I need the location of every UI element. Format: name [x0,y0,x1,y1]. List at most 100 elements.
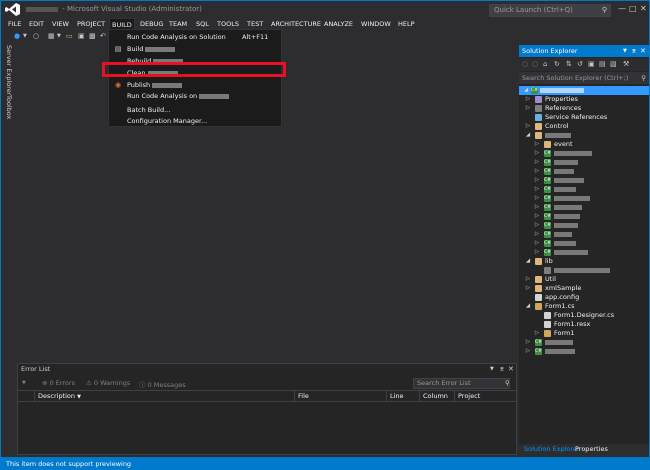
quick-launch-input[interactable]: Quick Launch (Ctrl+Q) ⚲ [489,4,611,17]
menu-configuration-manager[interactable]: Configuration Manager... [109,115,281,127]
folder-icon [535,285,542,292]
collapsed-arrow-icon[interactable]: ▷ [534,140,540,149]
collapsed-arrow-icon[interactable]: ▷ [534,248,540,257]
collapsed-arrow-icon[interactable]: ▷ [534,230,540,239]
collapsed-arrow-icon[interactable]: ▷ [525,95,531,104]
close-panel-icon[interactable]: ✕ [640,45,646,57]
collapsed-arrow-icon[interactable]: ▷ [534,149,540,158]
collapsed-arrow-icon[interactable]: ▷ [534,203,540,212]
menu-view[interactable]: VIEW [50,18,71,30]
collapsed-arrow-icon[interactable]: ▷ [525,104,531,113]
scope-dropdown-icon[interactable]: ▼ [22,380,26,386]
maximize-icon[interactable]: □ [629,4,637,13]
csharp-file-icon: C# [544,186,551,193]
back-dropdown-icon[interactable]: ▼ [23,33,27,39]
toolbox-tab[interactable]: Toolbox [5,95,13,119]
redacted-project-name [199,93,230,99]
menu-run-code-analysis-project[interactable]: Run Code Analysis on [109,90,281,102]
menu-project[interactable]: PROJECT [75,18,107,30]
resx-file-icon [544,321,551,328]
visual-studio-window: - Microsoft Visual Studio (Administrator… [0,0,650,470]
collapsed-arrow-icon[interactable]: ▷ [525,338,531,347]
window-position-dropdown-icon[interactable]: ▼ [623,45,627,57]
new-project-icon[interactable]: ▦ [48,32,55,40]
show-all-files-icon[interactable]: ▤ [599,60,606,68]
pin-icon[interactable]: ⌆ [499,364,505,375]
server-explorer-tab[interactable]: Server Explorer [5,45,13,95]
column-line[interactable]: Line [386,391,419,402]
collapsed-arrow-icon[interactable]: ▷ [534,239,540,248]
collapsed-arrow-icon[interactable]: ▷ [534,167,540,176]
menu-run-code-analysis-solution[interactable]: Run Code Analysis on Solution Alt+F11 [109,31,281,43]
collapse-all-icon[interactable]: ▣ [588,60,595,68]
errors-filter-button[interactable]: ⊗ 0 Errors [42,379,75,387]
error-icon: ⊗ [42,379,48,387]
redacted-file-name [554,178,584,183]
collapsed-arrow-icon[interactable]: ▷ [534,185,540,194]
collapsed-arrow-icon[interactable]: ▷ [525,284,531,293]
highlight-annotation-box [102,62,286,77]
menu-file[interactable]: FILE [6,18,23,30]
tab-properties[interactable]: Properties [572,444,611,454]
window-position-dropdown-icon[interactable]: ▼ [490,364,494,375]
collapsed-arrow-icon[interactable]: ▷ [525,275,531,284]
tree-project-root[interactable]: ◢ C# [519,86,649,95]
warnings-filter-button[interactable]: ⚠ 0 Warnings [86,379,130,387]
collapsed-arrow-icon[interactable]: ▷ [534,221,540,230]
column-project[interactable]: Project [454,391,516,402]
solution-explorer-search-input[interactable]: Search Solution Explorer (Ctrl+;) ⚲ [519,72,649,84]
menu-build-project[interactable]: ▤ Build [109,43,281,55]
view-code-icon[interactable]: ▧ [610,60,617,68]
minimize-icon[interactable]: — [618,4,626,13]
expanded-arrow-icon[interactable]: ◢ [525,302,531,311]
redacted-folder-name [545,133,571,138]
save-icon[interactable]: ▣ [78,32,85,40]
sync-icon[interactable]: ↻ [554,60,560,68]
column-file[interactable]: File [294,391,386,402]
menu-edit[interactable]: EDIT [27,18,46,30]
folder-icon [544,141,551,148]
home-icon[interactable]: ⌂ [543,60,547,68]
refresh-icon[interactable]: ↺ [577,60,583,68]
redacted-file-name [554,196,590,201]
collapsed-arrow-icon[interactable]: ▷ [525,122,531,131]
undo-icon[interactable]: ↶ [100,32,106,40]
navigate-forward-icon[interactable]: ○ [33,32,39,40]
column-column[interactable]: Column [419,391,454,402]
expanded-arrow-icon[interactable]: ◢ [523,86,529,95]
class-icon [544,330,551,337]
error-list-search-input[interactable]: Search Error List [413,378,510,389]
back-icon[interactable]: ○ [522,60,528,68]
status-text: This item does not support previewing [6,460,132,468]
window-title: - Microsoft Visual Studio (Administrator… [26,5,202,13]
collapsed-arrow-icon[interactable]: ▷ [534,176,540,185]
menu-help[interactable]: HELP [396,18,417,30]
close-icon[interactable]: ✕ [640,4,647,13]
collapsed-arrow-icon[interactable]: ▷ [534,158,540,167]
messages-filter-button[interactable]: ⓘ 0 Messages [139,379,186,389]
menu-window[interactable]: WINDOW [359,18,393,30]
search-icon: ⚲ [641,74,646,82]
close-panel-icon[interactable]: ✕ [508,364,514,375]
expanded-arrow-icon[interactable]: ◢ [525,131,531,140]
collapsed-arrow-icon[interactable]: ▷ [534,212,540,221]
collapsed-arrow-icon[interactable]: ▷ [534,329,540,338]
visual-studio-logo-icon [5,3,20,16]
open-folder-icon[interactable]: ▭ [66,32,73,40]
error-list-title: Error List ▼ ⌆ ✕ [21,364,514,375]
forward-icon[interactable]: ○ [532,60,538,68]
form-file-icon [535,303,542,310]
pin-icon[interactable]: ⌆ [631,45,637,57]
status-bar: This item does not support previewing [1,457,650,470]
new-dropdown-icon[interactable]: ▼ [57,33,61,39]
properties-wrench-icon[interactable]: ⚒ [623,60,629,68]
collapsed-arrow-icon[interactable]: ▷ [525,347,531,356]
save-all-icon[interactable]: ▩ [89,32,96,40]
column-description[interactable]: Description ▼ [34,391,294,402]
error-list-search-icon[interactable]: ⚲ [505,379,510,387]
menu-analyze[interactable]: ANALYZE [322,18,355,30]
expanded-arrow-icon[interactable]: ◢ [525,257,531,266]
collapsed-arrow-icon[interactable]: ▷ [534,194,540,203]
pending-changes-icon[interactable]: ⇅ [566,60,572,68]
navigate-back-icon[interactable]: ● [14,32,20,40]
